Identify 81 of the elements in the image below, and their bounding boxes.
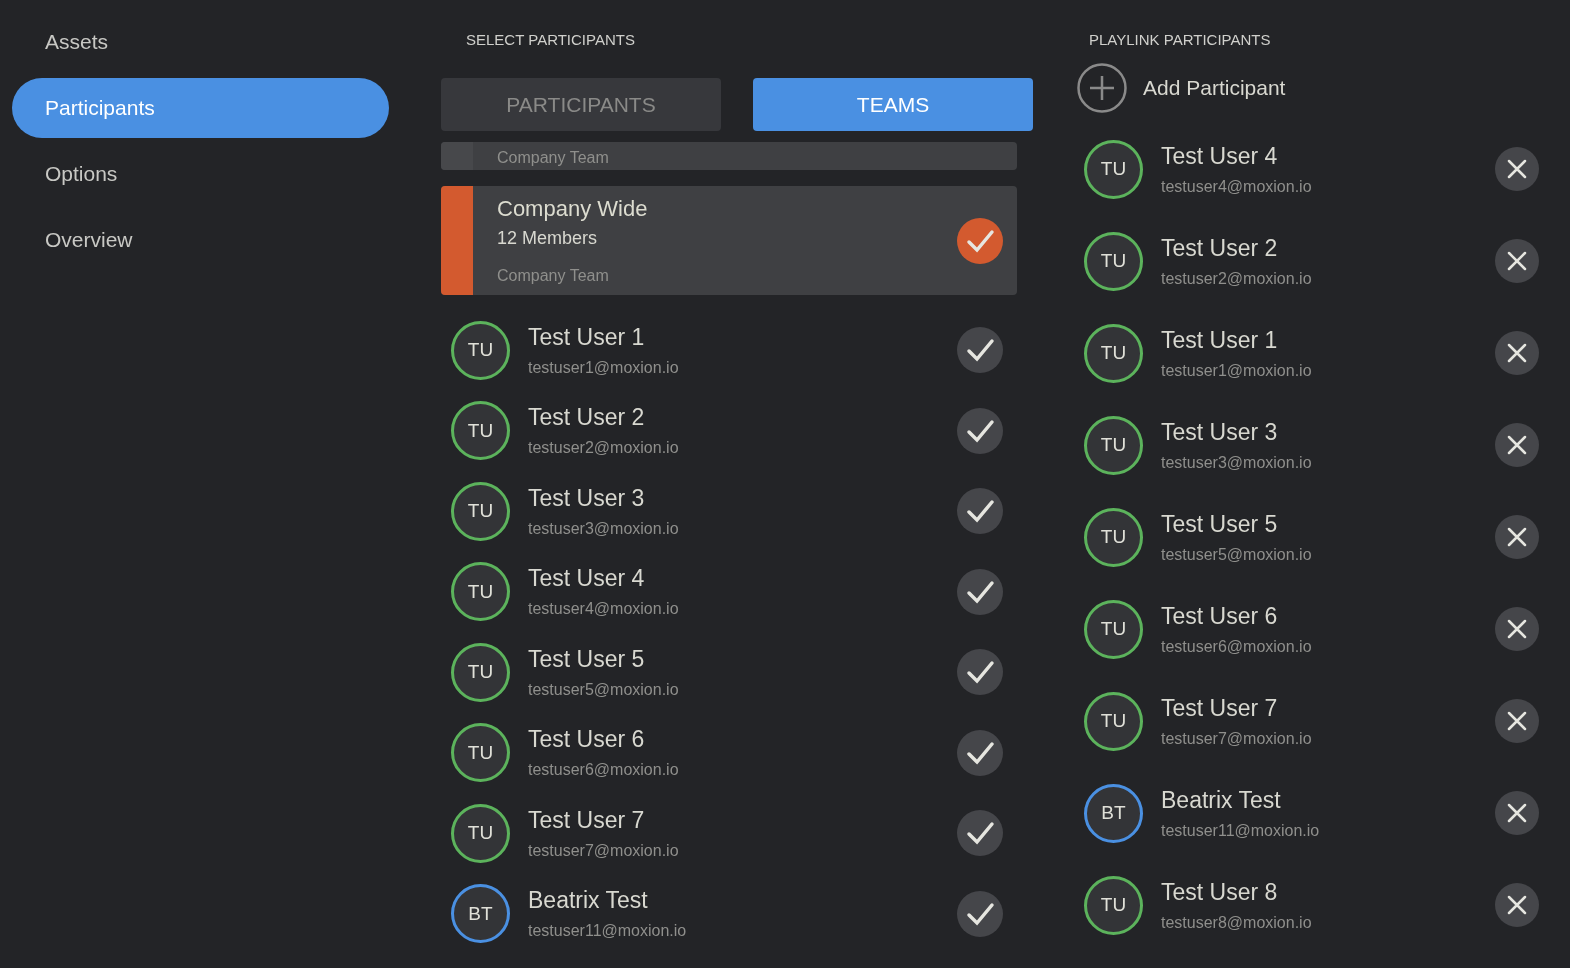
user-email: testuser2@moxion.io (528, 439, 680, 458)
avatar: TU (451, 320, 510, 380)
check-icon[interactable] (957, 568, 1003, 615)
remove-icon[interactable] (1495, 791, 1539, 835)
user-name: Test User 4 (1161, 142, 1279, 170)
user-email: testuser8@moxion.io (1161, 913, 1313, 932)
user-name: Beatrix Test (528, 887, 649, 915)
check-icon[interactable] (957, 327, 1003, 374)
sidebar-item[interactable]: Options (12, 144, 389, 204)
user-name: Test User 1 (528, 323, 646, 351)
user-email: testuser5@moxion.io (528, 680, 680, 699)
user-name: Test User 4 (528, 565, 646, 593)
user-name: Test User 1 (1161, 326, 1279, 354)
member-count: 12 Members (497, 228, 599, 249)
avatar: TU (1084, 691, 1143, 751)
user-email: testuser7@moxion.io (1161, 729, 1313, 748)
avatar: TU (1084, 875, 1143, 935)
user-email: testuser1@moxion.io (1161, 361, 1313, 380)
section-heading: SELECT PARTICIPANTS (465, 30, 636, 49)
check-icon[interactable] (957, 890, 1003, 937)
check-icon[interactable] (957, 488, 1003, 535)
check-icon[interactable] (957, 649, 1003, 696)
avatar: TU (451, 642, 510, 702)
avatar: TU (451, 562, 510, 622)
user-email: testuser6@moxion.io (1161, 637, 1313, 656)
remove-icon[interactable] (1495, 423, 1539, 467)
check-icon[interactable] (957, 217, 1003, 264)
remove-icon[interactable] (1495, 607, 1539, 651)
remove-icon[interactable] (1495, 147, 1539, 191)
avatar: TU (1084, 323, 1143, 383)
user-email: testuser7@moxion.io (528, 841, 680, 860)
avatar: TU (1084, 415, 1143, 475)
user-email: testuser4@moxion.io (528, 600, 680, 619)
remove-icon[interactable] (1495, 239, 1539, 283)
user-email: testuser6@moxion.io (528, 761, 680, 780)
avatar: TU (451, 803, 510, 863)
user-email: testuser3@moxion.io (528, 519, 680, 538)
user-email: testuser11@moxion.io (528, 922, 688, 941)
sidebar-item[interactable]: Assets (12, 12, 389, 72)
user-name: Test User 6 (1161, 602, 1279, 630)
user-email: testuser3@moxion.io (1161, 453, 1313, 472)
plus-icon (1077, 63, 1127, 113)
sidebar-item[interactable]: Overview (12, 210, 389, 270)
user-name: Beatrix Test (1161, 786, 1282, 814)
user-name: Test User 2 (528, 404, 646, 432)
user-email: testuser1@moxion.io (528, 358, 680, 377)
user-name: Test User 8 (1161, 878, 1279, 906)
avatar: TU (1084, 599, 1143, 659)
user-email: testuser5@moxion.io (1161, 545, 1313, 564)
user-name: Test User 6 (528, 726, 646, 754)
avatar: TU (451, 723, 510, 783)
user-name: Test User 2 (1161, 234, 1279, 262)
add-participant-button[interactable]: Add Participant (1077, 63, 1547, 113)
user-name: Test User 7 (528, 806, 646, 834)
remove-icon[interactable] (1495, 699, 1539, 743)
user-email: testuser11@moxion.io (1161, 821, 1321, 840)
avatar: TU (1084, 507, 1143, 567)
user-email: testuser2@moxion.io (1161, 269, 1313, 288)
check-icon[interactable] (957, 810, 1003, 857)
user-email: testuser4@moxion.io (1161, 177, 1313, 196)
team-card[interactable]: Company Wide 12 Members Company Team (441, 186, 1017, 295)
user-name: Test User 5 (528, 645, 646, 673)
section-heading: PLAYLINK PARTICIPANTS (1088, 30, 1272, 49)
avatar: TU (1084, 231, 1143, 291)
avatar: BT (451, 884, 510, 944)
user-name: Test User 3 (1161, 418, 1279, 446)
team-name: Company Wide (497, 196, 649, 222)
remove-icon[interactable] (1495, 883, 1539, 927)
user-name: Test User 3 (528, 484, 646, 512)
remove-icon[interactable] (1495, 515, 1539, 559)
team-type: Company Team (496, 148, 609, 168)
avatar: TU (451, 481, 510, 541)
user-name: Test User 7 (1161, 694, 1279, 722)
avatar: TU (1084, 139, 1143, 199)
user-name: Test User 5 (1161, 510, 1279, 538)
team-type: Company Team (497, 267, 610, 285)
avatar: BT (1084, 783, 1143, 843)
avatar: TU (451, 401, 510, 461)
check-icon[interactable] (957, 729, 1003, 776)
remove-icon[interactable] (1495, 331, 1539, 375)
check-icon[interactable] (957, 407, 1003, 454)
